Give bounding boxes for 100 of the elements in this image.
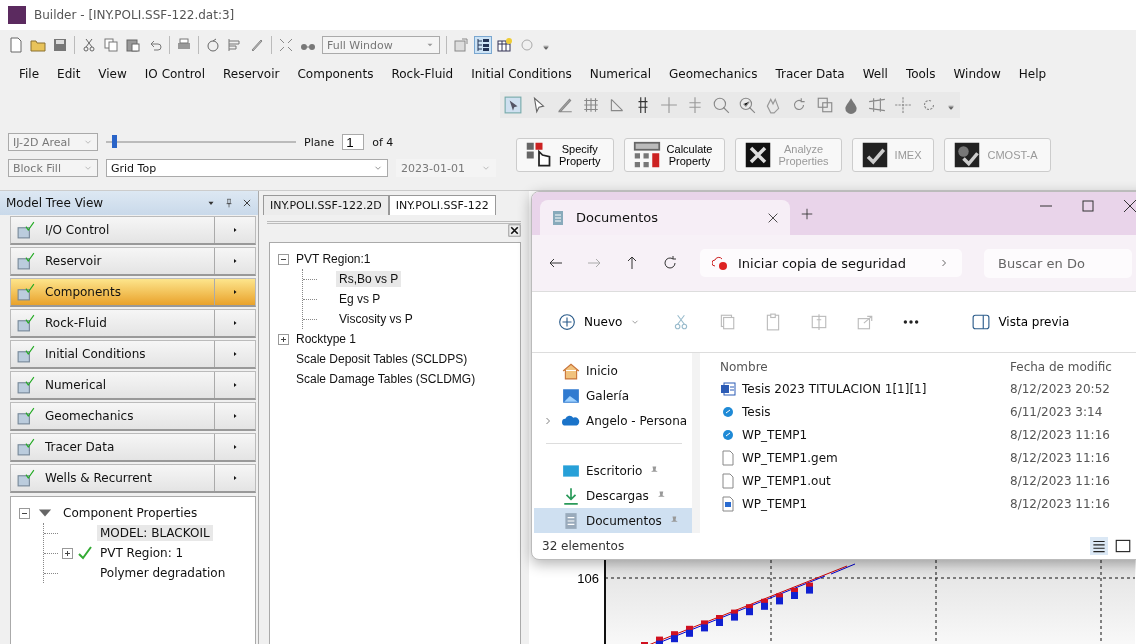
display-dropdown[interactable]: Block Fill	[8, 159, 98, 177]
mesh-icon[interactable]	[868, 96, 886, 114]
tree-item[interactable]: Rs,Bo vs P	[336, 271, 402, 287]
menu-item[interactable]: Initial Conditions	[462, 67, 581, 81]
pencil-icon[interactable]	[249, 37, 265, 53]
action-button[interactable]: Specify Property	[516, 138, 614, 172]
backup-breadcrumb[interactable]: Iniciar copia de seguridad	[700, 249, 962, 277]
date-dropdown[interactable]: 2023-01-01	[396, 159, 496, 177]
new-file-icon[interactable]	[8, 37, 24, 53]
nav-item[interactable]: Angelo - Persona	[534, 408, 692, 434]
folder-icon[interactable]	[30, 37, 46, 53]
file-name[interactable]: WP_TEMP1	[742, 427, 808, 442]
menu-item[interactable]: Well	[853, 67, 897, 81]
tree-item[interactable]: PVT Region:1	[293, 251, 374, 267]
section-button[interactable]: Rock-Fluid	[10, 309, 256, 338]
select-icon[interactable]	[504, 96, 522, 114]
section-button[interactable]: Initial Conditions	[10, 340, 256, 369]
plane-input[interactable]: 1	[342, 134, 365, 150]
menu-item[interactable]: Components	[288, 67, 383, 81]
section-button[interactable]: Geomechanics	[10, 402, 256, 431]
tiles-view-icon[interactable]	[1114, 537, 1132, 555]
menu-item[interactable]: Geomechanics	[660, 67, 767, 81]
tree-item[interactable]: Polymer degradation	[97, 565, 229, 581]
nav-item[interactable]: Inicio	[534, 359, 692, 384]
layers-icon[interactable]	[816, 96, 834, 114]
section-button[interactable]: Tracer Data	[10, 433, 256, 462]
property-dropdown[interactable]: Grid Top	[106, 159, 388, 177]
grid-icon[interactable]	[582, 96, 600, 114]
file-name[interactable]: WP_TEMP1	[742, 496, 808, 511]
file-name[interactable]: Tesis 2023 TITULACION 1[1][1]	[742, 381, 927, 396]
zoom-icon[interactable]	[712, 96, 730, 114]
section-button[interactable]: Wells & Recurrent	[10, 464, 256, 493]
plus-icon[interactable]	[800, 206, 814, 221]
tree-item[interactable]: Component Properties	[60, 505, 201, 521]
pin-icon[interactable]	[224, 197, 234, 209]
file-name[interactable]: WP_TEMP1.gem	[742, 450, 838, 465]
nav-item[interactable]: Escritorio	[534, 458, 692, 484]
save-icon[interactable]	[52, 37, 68, 53]
close-icon[interactable]	[508, 224, 521, 237]
nav-item[interactable]: Documentos	[534, 508, 692, 533]
section-button[interactable]: Components	[10, 278, 256, 307]
action-button[interactable]: Calculate Property	[623, 138, 726, 172]
section-button[interactable]: I/O Control	[10, 216, 256, 245]
menu-item[interactable]: Rock-Fluid	[382, 67, 463, 81]
menu-item[interactable]: View	[89, 67, 136, 81]
rotate-icon[interactable]	[205, 37, 221, 53]
new-button[interactable]: Nuevo	[554, 309, 645, 335]
collapse-toggle[interactable]	[19, 507, 30, 519]
menu-item[interactable]: IO Control	[135, 67, 214, 81]
align-icon[interactable]	[227, 37, 243, 53]
vertical-move-icon[interactable]	[686, 96, 704, 114]
menu-item[interactable]: File	[10, 67, 49, 81]
share-icon[interactable]	[856, 313, 875, 331]
menu-item[interactable]: Help	[1009, 67, 1056, 81]
expand-arrows-icon[interactable]	[278, 37, 294, 53]
close-icon[interactable]	[1122, 198, 1136, 214]
expand-toggle[interactable]	[278, 333, 289, 345]
tree-item[interactable]: Eg vs P	[336, 291, 384, 307]
section-button[interactable]: Numerical	[10, 371, 256, 400]
tree-item[interactable]: Scale Damage Tables (SCLDMG)	[293, 371, 479, 387]
nav-item[interactable]: Galería	[534, 383, 692, 409]
scissors-icon[interactable]	[81, 37, 97, 53]
section-button[interactable]: Reservoir	[10, 247, 256, 276]
menu-item[interactable]: Numerical	[580, 67, 660, 81]
view-mode-dropdown[interactable]: IJ-2D Areal	[8, 133, 98, 151]
drop-icon[interactable]	[842, 96, 860, 114]
document-tab[interactable]: INY.POLI.SSF-122.2D	[263, 195, 389, 215]
expand-toggle[interactable]	[62, 547, 73, 559]
table-clock-icon[interactable]	[497, 37, 513, 53]
file-name[interactable]: Tesis	[742, 404, 771, 419]
menu-item[interactable]: Window	[944, 67, 1010, 81]
view-dropdown[interactable]: Full Window	[322, 36, 440, 54]
rename-icon[interactable]	[810, 313, 829, 331]
close-icon[interactable]	[242, 197, 252, 209]
preview-button[interactable]: Vista previa	[966, 312, 1076, 332]
maximize-icon[interactable]	[1080, 198, 1096, 214]
tree-item[interactable]: PVT Region: 1	[97, 545, 187, 561]
collapse-toggle[interactable]	[278, 253, 289, 265]
file-name[interactable]: WP_TEMP1.out	[742, 473, 831, 488]
nav-item[interactable]: Descargas	[534, 483, 692, 509]
slider-thumb[interactable]	[111, 135, 117, 148]
document-tab[interactable]: INY.POLI.SSF-122	[388, 195, 496, 215]
properties-icon[interactable]	[453, 37, 469, 53]
crosshair-icon[interactable]	[894, 96, 912, 114]
menu-item[interactable]: Tracer Data	[766, 67, 854, 81]
menu-item[interactable]: Tools	[896, 67, 945, 81]
tree-item[interactable]: Viscosity vs P	[336, 311, 416, 327]
tree-item[interactable]: MODEL: BLACKOIL	[97, 525, 213, 541]
copy-icon[interactable]	[718, 313, 737, 331]
explorer-tab[interactable]: Documentos	[540, 200, 790, 235]
search-field[interactable]: Buscar en Do	[984, 248, 1132, 278]
refresh-icon[interactable]	[662, 255, 678, 271]
details-view-icon[interactable]	[1090, 537, 1108, 555]
column-header[interactable]: Nombre	[720, 360, 1010, 374]
menu-item[interactable]: Edit	[48, 67, 90, 81]
column-header[interactable]: Fecha de modific	[1010, 360, 1112, 374]
tree-view-icon[interactable]	[475, 37, 491, 53]
menu-item[interactable]: Reservoir	[214, 67, 289, 81]
tree-item[interactable]: Scale Deposit Tables (SCLDPS)	[293, 351, 471, 367]
copy-icon[interactable]	[103, 37, 119, 53]
